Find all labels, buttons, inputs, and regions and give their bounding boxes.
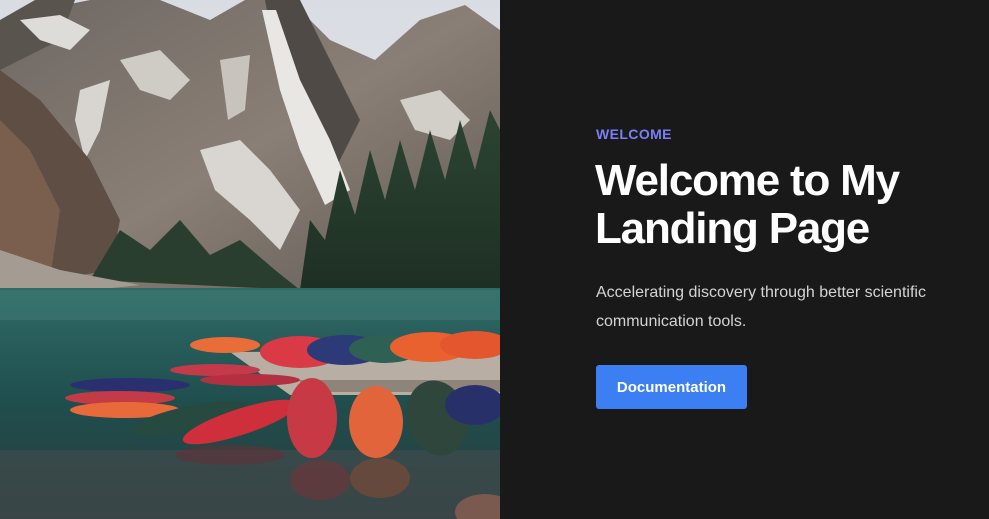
landing-page: WELCOME Welcome to My Landing Page Accel…: [0, 0, 989, 519]
hero-photo: [0, 0, 500, 519]
page-description: Accelerating discovery through better sc…: [596, 284, 926, 330]
documentation-button[interactable]: Documentation: [596, 365, 747, 409]
page-title: Welcome to My Landing Page: [595, 156, 900, 253]
eyebrow-label: WELCOME: [596, 126, 672, 142]
intro-panel: WELCOME Welcome to My Landing Page Accel…: [500, 0, 989, 519]
